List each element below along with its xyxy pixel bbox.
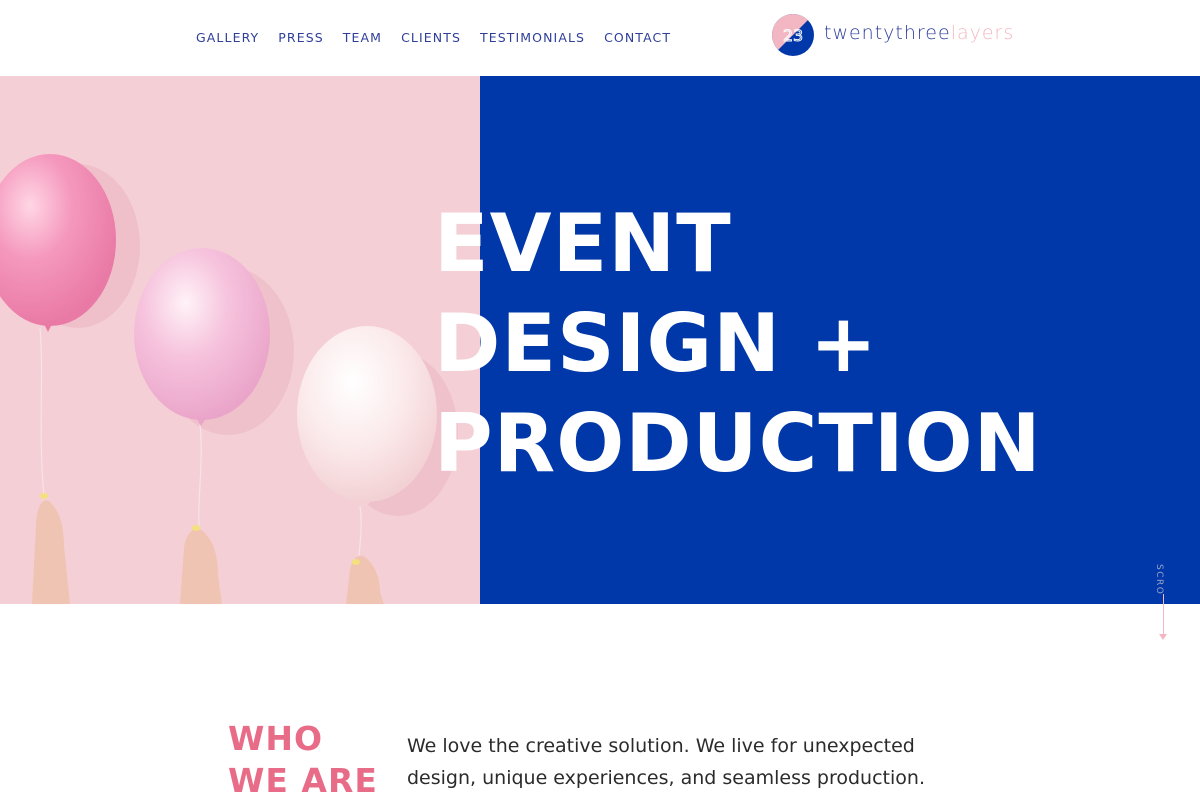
logo-wordmark: twentythreelayers <box>824 22 1014 44</box>
site-logo[interactable]: 23 twentythreelayers <box>772 14 1014 56</box>
hero-title-line-1: EVENT <box>434 197 732 290</box>
hero-title-line-2: DESIGN + <box>434 297 878 390</box>
nav-contact[interactable]: CONTACT <box>604 30 671 46</box>
who-heading-line-2: WE ARE <box>228 761 378 800</box>
logo-mark-text: 23 <box>783 26 803 45</box>
nav-testimonials[interactable]: TESTIMONIALS <box>480 30 585 46</box>
logo-word-twentythree: twentythree <box>824 22 951 44</box>
scroll-label: SCRO <box>1154 564 1164 594</box>
site-header: GALLERY PRESS TEAM CLIENTS TESTIMONIALS … <box>0 0 1200 76</box>
nav-press[interactable]: PRESS <box>278 30 324 46</box>
hero-section: EVENT DESIGN + PRODUCTION <box>0 76 1200 604</box>
who-heading-line-1: WHO <box>228 719 324 758</box>
balloons-photo <box>0 154 458 604</box>
main-nav: GALLERY PRESS TEAM CLIENTS TESTIMONIALS … <box>196 30 690 46</box>
nav-team[interactable]: TEAM <box>343 30 382 46</box>
hero-title-line-3: PRODUCTION <box>434 397 1042 490</box>
logo-word-layers: layers <box>950 22 1015 44</box>
scroll-arrow-icon <box>1159 634 1167 640</box>
scroll-line <box>1163 594 1164 638</box>
who-we-are-text: We love the creative solution. We live f… <box>407 735 925 789</box>
hero-balloon-image <box>0 76 480 604</box>
logo-mark-icon: 23 <box>772 14 814 56</box>
hero-title: EVENT DESIGN + PRODUCTION <box>434 194 1042 494</box>
who-we-are-heading: WHO WE ARE <box>228 718 378 800</box>
nav-gallery[interactable]: GALLERY <box>196 30 259 46</box>
scroll-indicator[interactable]: SCRO <box>1154 564 1174 644</box>
nav-clients[interactable]: CLIENTS <box>401 30 461 46</box>
